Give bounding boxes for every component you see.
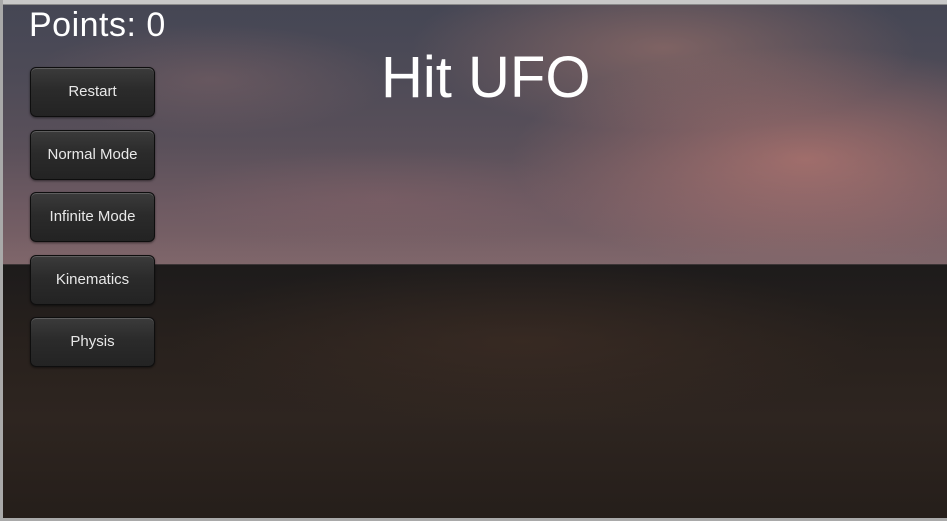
kinematics-button[interactable]: Kinematics bbox=[30, 254, 155, 305]
window-top-strip bbox=[3, 0, 947, 5]
mode-menu: Restart Normal Mode Infinite Mode Kinema… bbox=[30, 67, 155, 380]
normal-mode-button[interactable]: Normal Mode bbox=[30, 129, 155, 180]
restart-button[interactable]: Restart bbox=[30, 67, 155, 117]
game-viewport[interactable]: Points: 0 Hit UFO Restart Normal Mode In… bbox=[0, 0, 947, 521]
physis-button[interactable]: Physis bbox=[30, 317, 155, 367]
infinite-mode-button[interactable]: Infinite Mode bbox=[30, 192, 155, 242]
points-counter: Points: 0 bbox=[29, 6, 166, 44]
game-title: Hit UFO bbox=[381, 45, 591, 110]
